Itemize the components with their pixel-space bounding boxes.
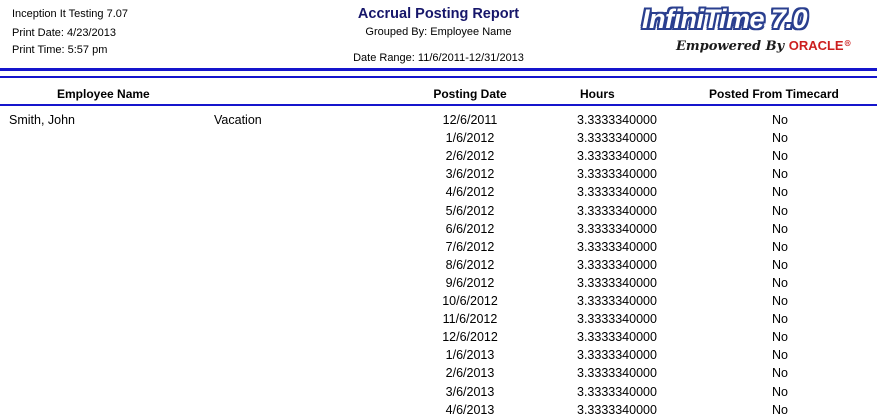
posting-date-cell: 6/6/2012 bbox=[445, 221, 495, 236]
posting-date-cell: 2/6/2013 bbox=[445, 366, 495, 381]
infinitime-logo: InfiniTime 7.0 Empowered By ORACLE® bbox=[636, 4, 872, 60]
posted-from-timecard-cell: No bbox=[772, 275, 788, 290]
posting-date-cell: 10/6/2012 bbox=[442, 294, 498, 308]
posting-date-cell: 1/6/2013 bbox=[445, 348, 495, 363]
hours-cell: 3.3333340000 bbox=[577, 239, 657, 254]
hours-cell: 3.3333340000 bbox=[577, 113, 657, 127]
hours-cell: 3.3333340000 bbox=[577, 131, 657, 146]
header-rule-bottom bbox=[0, 76, 877, 78]
posted-from-timecard-cell: No bbox=[772, 221, 788, 236]
col-hours: Hours bbox=[580, 87, 615, 101]
col-posted-from-timecard: Posted From Timecard bbox=[709, 87, 839, 101]
logo-tagline-text: Empowered By bbox=[676, 39, 789, 54]
header-rule-top bbox=[0, 68, 877, 71]
posted-from-timecard-cell: No bbox=[772, 312, 788, 327]
hours-cell: 3.3333340000 bbox=[577, 203, 657, 218]
posting-date-cell: 9/6/2012 bbox=[445, 275, 495, 290]
hours-cell: 3.3333340000 bbox=[577, 221, 657, 236]
posting-date-cell: 7/6/2012 bbox=[445, 239, 495, 254]
posted-from-timecard-cell: No bbox=[772, 131, 788, 146]
hours-cell: 3.3333340000 bbox=[577, 167, 657, 182]
column-header-rule bbox=[0, 104, 877, 106]
hours-cell: 3.3333340000 bbox=[577, 294, 657, 308]
logo-tagline: Empowered By ORACLE® bbox=[676, 38, 852, 54]
posting-date-cell: 12/6/2011 bbox=[442, 113, 498, 127]
posting-date-cell: 1/6/2012 bbox=[445, 131, 495, 146]
posted-from-timecard-cell: No bbox=[772, 239, 788, 254]
posted-from-timecard-cell: No bbox=[772, 348, 788, 363]
posted-from-timecard-cell: No bbox=[772, 149, 788, 164]
hours-cell: 3.3333340000 bbox=[577, 149, 657, 164]
posting-date-cell: 4/6/2013 bbox=[445, 402, 495, 417]
col-employee-name: Employee Name bbox=[57, 87, 150, 101]
posted-from-timecard-cell: No bbox=[772, 203, 788, 218]
hours-cell: 3.3333340000 bbox=[577, 384, 657, 399]
accrual-type: Vacation bbox=[214, 113, 262, 127]
posting-date-cell: 5/6/2012 bbox=[445, 203, 495, 218]
posted-from-timecard-cell: No bbox=[772, 113, 788, 127]
hours-cell: 3.3333340000 bbox=[577, 185, 657, 200]
posted-from-timecard-cell: No bbox=[772, 330, 788, 345]
posting-date-cell: 2/6/2012 bbox=[445, 149, 495, 164]
posted-from-timecard-cell: No bbox=[772, 167, 788, 182]
posting-date-cell: 11/6/2012 bbox=[442, 312, 498, 327]
hours-cell: 3.3333340000 bbox=[577, 257, 657, 272]
posting-date-cell: 8/6/2012 bbox=[445, 257, 495, 272]
posting-date-cell: 3/6/2013 bbox=[445, 384, 495, 399]
posted-from-timecard-cell: No bbox=[772, 402, 788, 417]
posted-from-timecard-cell: No bbox=[772, 185, 788, 200]
posted-from-timecard-cell: No bbox=[772, 294, 788, 308]
posting-date-cell: 3/6/2012 bbox=[445, 167, 495, 182]
oracle-logo: ORACLE bbox=[788, 38, 844, 53]
hours-cell: 3.3333340000 bbox=[577, 312, 657, 327]
posted-from-timecard-cell: No bbox=[772, 384, 788, 399]
posted-from-timecard-cell: No bbox=[772, 366, 788, 381]
hours-cell: 3.3333340000 bbox=[577, 402, 657, 417]
employee-name: Smith, John bbox=[9, 113, 76, 127]
posting-date-cell: 4/6/2012 bbox=[445, 185, 495, 200]
posted-from-timecard-cell: No bbox=[772, 257, 788, 272]
col-posting-date: Posting Date bbox=[433, 87, 507, 101]
hours-cell: 3.3333340000 bbox=[577, 366, 657, 381]
hours-cell: 3.3333340000 bbox=[577, 275, 657, 290]
hours-cell: 3.3333340000 bbox=[577, 330, 657, 345]
posting-date-cell: 12/6/2012 bbox=[442, 330, 498, 345]
registered-mark: ® bbox=[843, 38, 852, 48]
logo-brand: InfiniTime 7.0 bbox=[642, 4, 808, 34]
hours-cell: 3.3333340000 bbox=[577, 348, 657, 363]
